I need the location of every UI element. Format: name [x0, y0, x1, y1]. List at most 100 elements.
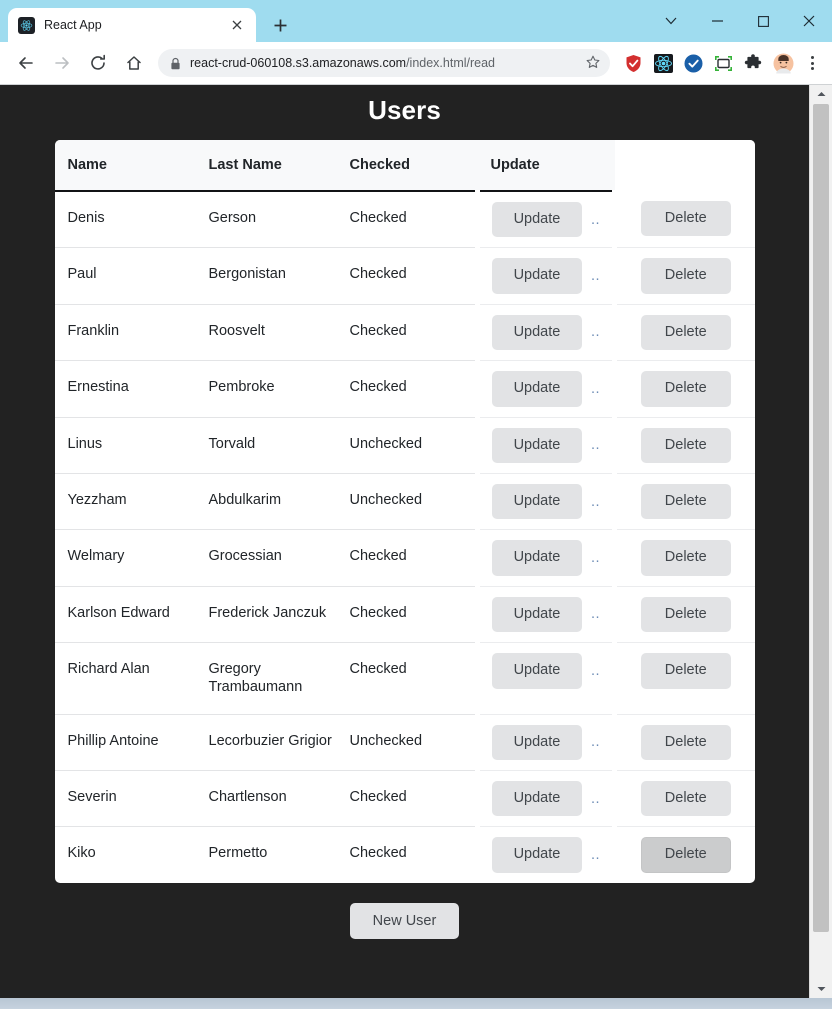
lock-icon — [170, 57, 181, 70]
cell-checked: Checked — [336, 770, 480, 827]
new-user-bar: New User — [0, 883, 809, 939]
cell-name: Richard Alan — [54, 642, 196, 715]
cell-last-name: Grocessian — [195, 529, 337, 587]
cell-name: Franklin — [54, 303, 196, 361]
cell-name: Phillip Antoine — [54, 713, 196, 771]
page-content: Users Name Last Name Checked Update Deni… — [0, 85, 809, 998]
new-tab-button[interactable] — [266, 11, 294, 39]
puzzle-piece-icon[interactable] — [740, 50, 766, 76]
table-header-row: Name Last Name Checked Update — [54, 140, 755, 192]
cell-last-name: Lecorbuzier Grigior — [195, 713, 337, 771]
cell-last-name: Abdulkarim — [195, 472, 337, 530]
reload-button[interactable] — [83, 48, 113, 78]
cell-name: Karlson Edward — [54, 585, 196, 643]
cell-update: Update.. — [475, 770, 617, 827]
cell-update: Update.. — [475, 303, 617, 361]
cell-update: Update.. — [475, 642, 617, 715]
table-body: Denis Gerson Checked Update.. Delete Paul Berg… — [54, 191, 755, 883]
cell-delete: Delete — [614, 585, 755, 643]
close-icon[interactable] — [786, 0, 832, 42]
update-button[interactable]: Update — [491, 540, 582, 576]
home-button[interactable] — [119, 48, 149, 78]
caret-up-icon[interactable] — [810, 85, 832, 103]
delete-button[interactable]: Delete — [640, 201, 731, 237]
new-user-button[interactable]: New User — [349, 902, 460, 939]
check-circle-icon[interactable] — [680, 50, 706, 76]
star-icon[interactable] — [586, 55, 600, 72]
delete-button[interactable]: Delete — [640, 483, 731, 520]
cell-name: Severin — [54, 770, 196, 827]
tab-react-app[interactable]: React App — [8, 8, 256, 42]
column-header-checked[interactable]: Checked — [336, 140, 478, 192]
cell-delete: Delete — [614, 416, 755, 474]
url-path: /index.html/read — [406, 56, 496, 70]
update-button[interactable]: Update — [491, 653, 582, 689]
profile-avatar-icon[interactable] — [770, 50, 796, 76]
row-ellipsis: .. — [590, 790, 601, 807]
table-row: Welmary Grocessian Checked Update.. Delete — [54, 529, 755, 587]
shield-check-icon[interactable] — [620, 50, 646, 76]
table-row: Paul Bergonistan Checked Update.. Delete — [54, 247, 755, 305]
screen-capture-icon[interactable] — [710, 50, 736, 76]
cell-delete: Delete — [614, 826, 755, 883]
table-row: Phillip Antoine Lecorbuzier Grigior Unchec… — [54, 713, 755, 771]
row-ellipsis: .. — [590, 734, 601, 751]
page-viewport: Users Name Last Name Checked Update Deni… — [0, 85, 832, 998]
cell-checked: Unchecked — [336, 416, 480, 474]
row-ellipsis: .. — [590, 380, 601, 397]
update-button[interactable]: Update — [491, 371, 582, 407]
maximize-icon[interactable] — [740, 0, 786, 42]
update-button[interactable]: Update — [491, 427, 582, 463]
cell-checked: Checked — [336, 826, 480, 883]
update-button[interactable]: Update — [491, 258, 582, 294]
delete-button[interactable]: Delete — [640, 781, 731, 817]
delete-button[interactable]: Delete — [640, 724, 731, 761]
close-icon[interactable] — [228, 16, 246, 34]
delete-button[interactable]: Delete — [640, 258, 731, 294]
delete-button[interactable]: Delete — [640, 653, 731, 689]
address-bar[interactable]: react-crud-060108.s3.amazonaws.com/index… — [158, 49, 610, 77]
update-button[interactable]: Update — [491, 483, 582, 520]
kebab-menu-icon[interactable] — [800, 50, 824, 76]
cell-delete: Delete — [614, 360, 755, 418]
cell-update: Update.. — [475, 191, 617, 248]
delete-button[interactable]: Delete — [640, 596, 731, 633]
cell-last-name: Roosvelt — [195, 303, 337, 361]
forward-button[interactable] — [47, 48, 77, 78]
cell-checked: Checked — [336, 191, 480, 248]
row-ellipsis: .. — [590, 324, 601, 341]
react-devtools-icon[interactable] — [650, 50, 676, 76]
cell-delete: Delete — [615, 191, 755, 248]
cell-checked: Unchecked — [336, 713, 480, 771]
cell-delete: Delete — [614, 642, 755, 715]
delete-button[interactable]: Delete — [640, 837, 731, 873]
update-button[interactable]: Update — [491, 314, 582, 351]
users-card: Name Last Name Checked Update Denis Gerso… — [54, 140, 755, 883]
cell-update: Update.. — [475, 360, 617, 418]
update-button[interactable]: Update — [491, 837, 582, 873]
cell-checked: Checked — [336, 529, 480, 587]
cell-update: Update.. — [475, 247, 617, 305]
back-button[interactable] — [11, 48, 41, 78]
cell-last-name: Gregory Trambaumann — [195, 642, 337, 715]
column-header-last-name[interactable]: Last Name — [195, 140, 337, 192]
update-button[interactable]: Update — [491, 781, 582, 817]
update-button[interactable]: Update — [491, 596, 582, 633]
column-header-update[interactable]: Update — [477, 140, 615, 192]
url-host: react-crud-060108.s3.amazonaws.com — [190, 56, 407, 70]
caret-down-icon[interactable] — [810, 980, 832, 998]
minimize-icon[interactable] — [694, 0, 740, 42]
delete-button[interactable]: Delete — [640, 314, 731, 351]
chevron-down-icon[interactable] — [648, 0, 694, 42]
scrollbar-thumb[interactable] — [813, 104, 829, 932]
delete-button[interactable]: Delete — [640, 427, 731, 463]
page-scrollbar[interactable] — [809, 85, 832, 998]
cell-name: Welmary — [54, 529, 196, 587]
column-header-name[interactable]: Name — [54, 140, 196, 192]
delete-button[interactable]: Delete — [640, 540, 731, 576]
delete-button[interactable]: Delete — [640, 371, 731, 407]
table-row: Franklin Roosvelt Checked Update.. Delete — [54, 303, 755, 361]
update-button[interactable]: Update — [491, 724, 582, 761]
update-button[interactable]: Update — [491, 202, 582, 238]
row-ellipsis: .. — [590, 662, 601, 679]
